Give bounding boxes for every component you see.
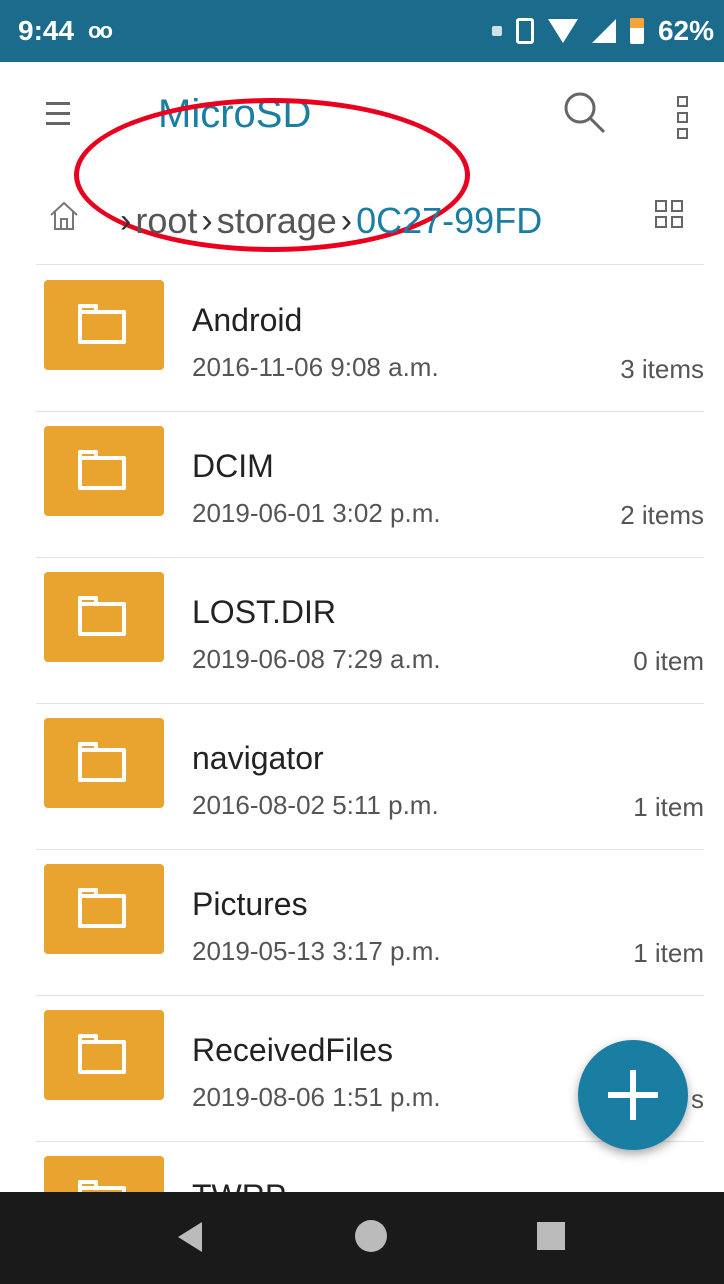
breadcrumb: › root › storage › 0C27-99FD	[0, 186, 724, 256]
file-count: 0 item	[633, 646, 704, 676]
file-name: Pictures	[192, 886, 308, 922]
folder-icon	[44, 864, 164, 954]
list-item[interactable]: Pictures 2019-05-13 3:17 p.m. 1 item	[0, 850, 724, 996]
file-date: 2019-06-01 3:02 p.m.	[192, 498, 441, 528]
back-icon[interactable]	[178, 1222, 202, 1252]
chevron-right-icon: ›	[340, 201, 353, 240]
navigation-bar	[0, 1192, 724, 1284]
folder-icon	[44, 426, 164, 516]
menu-icon[interactable]	[46, 100, 72, 128]
folder-icon	[44, 718, 164, 808]
file-name: DCIM	[192, 448, 274, 484]
search-icon[interactable]	[560, 88, 610, 138]
list-item[interactable]: navigator 2016-08-02 5:11 p.m. 1 item	[0, 704, 724, 850]
status-bar: 9:44 oo 62%	[0, 0, 724, 62]
chevron-right-icon: ›	[201, 201, 213, 240]
folder-icon	[44, 1010, 164, 1100]
file-count: 2 items	[620, 500, 704, 530]
app-bar: MicroSD	[0, 62, 724, 252]
recents-icon[interactable]	[537, 1222, 565, 1250]
file-count: 3 items	[620, 354, 704, 384]
breadcrumb-current[interactable]: 0C27-99FD	[356, 200, 542, 242]
file-count: s	[691, 1084, 704, 1114]
breadcrumb-storage[interactable]: storage	[217, 200, 337, 242]
notification-dot-icon	[491, 26, 502, 36]
home-circle-icon[interactable]	[355, 1220, 387, 1252]
file-date: 2019-08-06 1:51 p.m.	[192, 1082, 441, 1112]
battery-percent: 62%	[657, 15, 714, 46]
status-right: 62%	[491, 15, 714, 47]
list-item[interactable]: LOST.DIR 2019-06-08 7:29 a.m. 0 item	[0, 558, 724, 704]
breadcrumb-root[interactable]: root	[135, 200, 197, 242]
divider	[36, 264, 704, 265]
list-item[interactable]: DCIM 2019-06-01 3:02 p.m. 2 items	[0, 412, 724, 558]
status-time: 9:44	[18, 15, 75, 46]
file-date: 2019-05-13 3:17 p.m.	[192, 936, 441, 966]
file-count: 1 item	[633, 938, 704, 968]
signal-icon	[591, 19, 616, 43]
status-left: 9:44 oo	[18, 15, 113, 47]
file-name: navigator	[192, 740, 324, 776]
folder-icon	[44, 572, 164, 662]
file-name: LOST.DIR	[192, 594, 337, 630]
more-vert-icon[interactable]	[672, 92, 692, 142]
add-button[interactable]	[578, 1040, 688, 1150]
grid-view-icon[interactable]	[655, 196, 687, 236]
file-date: 2016-08-02 5:11 p.m.	[192, 790, 439, 820]
voicemail-icon: oo	[88, 18, 113, 43]
home-icon[interactable]	[48, 200, 80, 232]
file-count: 1 item	[633, 792, 704, 822]
breadcrumb-path: › root › storage › 0C27-99FD	[116, 200, 542, 242]
battery-icon	[629, 18, 644, 44]
folder-icon	[44, 280, 164, 370]
file-date: 2016-11-06 9:08 a.m.	[192, 352, 439, 382]
wifi-icon	[547, 19, 578, 43]
chevron-right-icon: ›	[120, 201, 132, 240]
file-name: ReceivedFiles	[192, 1032, 393, 1068]
vibrate-icon	[515, 18, 534, 44]
file-date: 2019-06-08 7:29 a.m.	[192, 644, 441, 674]
file-name: Android	[192, 302, 303, 338]
list-item[interactable]: Android 2016-11-06 9:08 a.m. 3 items	[0, 266, 724, 412]
